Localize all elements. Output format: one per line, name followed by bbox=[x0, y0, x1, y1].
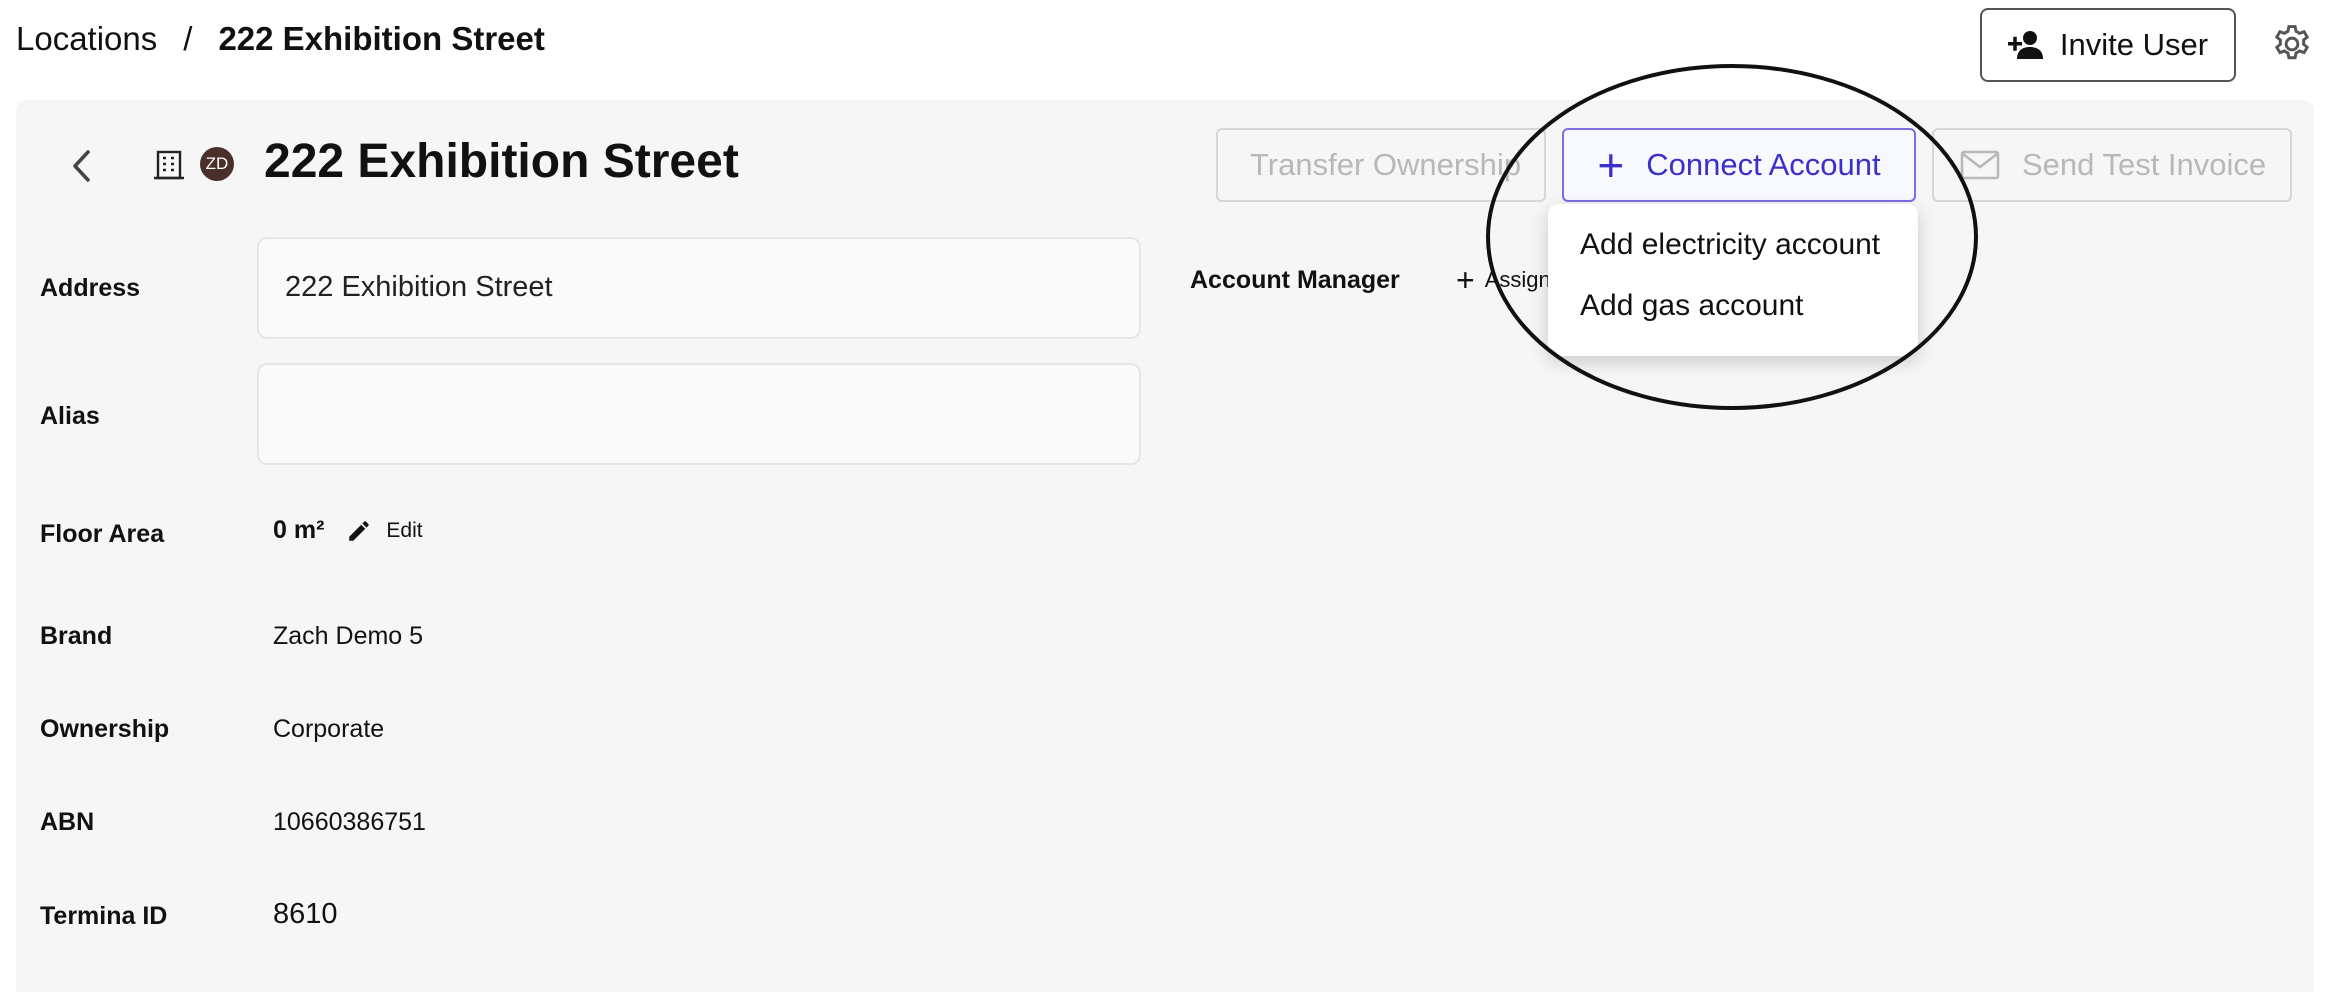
assign-account-manager-button[interactable]: + Assign bbox=[1456, 264, 1560, 296]
floor-area-label: Floor Area bbox=[40, 520, 165, 548]
termina-id-value: 8610 bbox=[273, 898, 338, 930]
brand-value: Zach Demo 5 bbox=[273, 622, 424, 650]
plus-icon: + bbox=[1456, 264, 1475, 296]
floor-area-row: 0 m² Edit bbox=[273, 516, 423, 545]
plus-icon: + bbox=[1597, 139, 1625, 191]
send-test-invoice-button[interactable]: Send Test Invoice bbox=[1932, 128, 2292, 202]
menu-item-add-gas[interactable]: Add gas account bbox=[1580, 289, 1804, 323]
ownership-label: Ownership bbox=[40, 715, 170, 743]
alias-label: Alias bbox=[40, 402, 100, 430]
breadcrumb-locations-link[interactable]: Locations bbox=[16, 20, 157, 58]
pencil-icon[interactable] bbox=[346, 518, 372, 544]
send-test-invoice-label: Send Test Invoice bbox=[2022, 147, 2267, 182]
connect-account-button[interactable]: + Connect Account bbox=[1562, 128, 1916, 202]
chevron-left-icon[interactable] bbox=[66, 146, 96, 186]
breadcrumb: Locations / 222 Exhibition Street bbox=[16, 20, 545, 58]
location-panel bbox=[16, 100, 2314, 992]
account-manager-label: Account Manager bbox=[1190, 266, 1400, 294]
assign-label: Assign bbox=[1484, 267, 1551, 292]
abn-value: 10660386751 bbox=[273, 808, 426, 836]
termina-id-label: Termina ID bbox=[40, 902, 168, 930]
page-title: 222 Exhibition Street bbox=[264, 135, 739, 188]
menu-item-add-electricity[interactable]: Add electricity account bbox=[1580, 228, 1880, 262]
invite-user-button[interactable]: Invite User bbox=[1980, 8, 2236, 82]
add-user-icon bbox=[2007, 31, 2043, 59]
top-bar: Locations / 222 Exhibition Street Invite… bbox=[0, 0, 2344, 92]
connect-account-label: Connect Account bbox=[1646, 147, 1881, 182]
avatar: ZD bbox=[200, 147, 234, 181]
connect-account-menu: Add electricity account Add gas account bbox=[1548, 204, 1918, 356]
abn-label: ABN bbox=[40, 808, 95, 836]
invite-user-label: Invite User bbox=[2059, 27, 2209, 62]
floor-area-value: 0 m² bbox=[273, 516, 325, 544]
ownership-value: Corporate bbox=[273, 715, 385, 743]
breadcrumb-current: 222 Exhibition Street bbox=[218, 20, 545, 57]
gear-icon[interactable] bbox=[2270, 22, 2314, 66]
building-icon bbox=[154, 150, 184, 180]
address-field[interactable]: 222 Exhibition Street bbox=[257, 237, 1141, 339]
mail-icon bbox=[1960, 150, 2000, 180]
address-value: 222 Exhibition Street bbox=[285, 271, 553, 303]
brand-label: Brand bbox=[40, 622, 113, 650]
floor-area-edit-link[interactable]: Edit bbox=[386, 519, 422, 543]
transfer-ownership-button[interactable]: Transfer Ownership bbox=[1216, 128, 1546, 202]
alias-field[interactable] bbox=[257, 363, 1141, 465]
breadcrumb-separator: / bbox=[183, 20, 193, 57]
transfer-ownership-label: Transfer Ownership bbox=[1250, 147, 1522, 182]
address-label: Address bbox=[40, 274, 141, 302]
